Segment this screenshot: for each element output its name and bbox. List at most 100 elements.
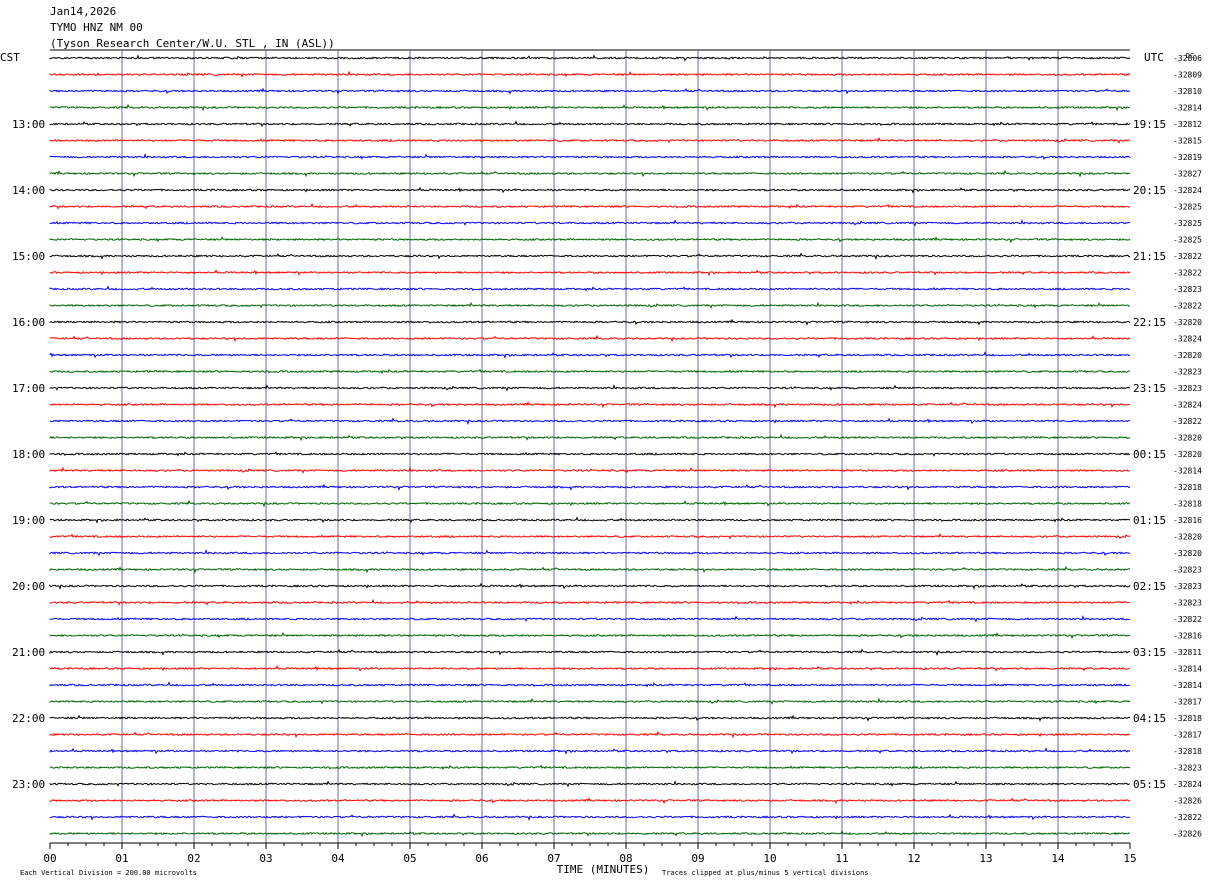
seismic-trace — [49, 120, 1131, 128]
seismic-trace — [49, 236, 1131, 244]
seismic-trace — [49, 433, 1131, 442]
x-tick-label: 09 — [691, 852, 704, 865]
dc-offset-label: -32823 — [1173, 566, 1202, 575]
footer-scale-note: Each Vertical Division = 200.00 microvol… — [20, 869, 197, 877]
dc-offset-label: -32825 — [1173, 219, 1202, 228]
dc-offset-label: -32810 — [1173, 87, 1202, 96]
dc-offset-label: -32823 — [1173, 285, 1202, 294]
seismic-trace — [49, 632, 1131, 640]
seismic-trace — [49, 153, 1131, 161]
seismic-trace — [49, 219, 1131, 227]
utc-hour-label: 03:15 — [1133, 646, 1166, 659]
cst-hour-label: 13:00 — [12, 118, 45, 131]
dc-offset-label: -32826 — [1173, 797, 1202, 806]
seismic-trace — [49, 186, 1131, 194]
dc-offset-label: -32822 — [1173, 269, 1202, 278]
seismic-trace — [49, 351, 1131, 359]
dc-offset-label: -32818 — [1173, 714, 1202, 723]
seismic-trace — [49, 417, 1131, 425]
seismic-trace — [49, 648, 1131, 656]
utc-hour-label: 05:15 — [1133, 778, 1166, 791]
seismic-trace — [49, 532, 1131, 540]
seismic-trace — [49, 813, 1131, 821]
dc-offset-label: -32827 — [1173, 170, 1202, 179]
dc-offset-label: -32824 — [1173, 401, 1202, 410]
dc-offset-label: -32822 — [1173, 615, 1202, 624]
cst-axis-label: CST — [0, 51, 20, 64]
seismic-trace — [49, 516, 1131, 524]
seismic-trace — [49, 54, 1131, 62]
seismic-trace — [49, 301, 1131, 309]
seismic-trace — [49, 697, 1131, 705]
dc-offset-label: -32817 — [1173, 731, 1202, 740]
seismic-trace — [49, 764, 1131, 770]
utc-hour-label: 01:15 — [1133, 514, 1166, 527]
dc-offset-label: -32824 — [1173, 780, 1202, 789]
dc-offset-label: -32815 — [1173, 137, 1202, 146]
cst-hour-label: 14:00 — [12, 184, 45, 197]
dc-offset-label: -32818 — [1173, 500, 1202, 509]
dc-offset-label: -32814 — [1173, 665, 1202, 674]
seismic-trace — [49, 169, 1131, 178]
seismic-trace — [49, 797, 1130, 805]
x-tick-label: 06 — [475, 852, 488, 865]
helicorder-chart: -32806-32809-32810-32814-32812-32815-328… — [0, 49, 1202, 877]
dc-offset-label: -32823 — [1173, 599, 1202, 608]
x-tick-label: 01 — [115, 852, 128, 865]
dc-offset-label: -32816 — [1173, 632, 1202, 641]
cst-hour-label: 15:00 — [12, 250, 45, 263]
cst-hour-label: 16:00 — [12, 316, 45, 329]
x-axis-label: TIME (MINUTES) — [557, 863, 650, 876]
seismic-trace — [49, 565, 1131, 574]
utc-hour-label: 23:15 — [1133, 382, 1166, 395]
dc-offset-label: -32825 — [1173, 236, 1202, 245]
x-tick-label: 04 — [331, 852, 345, 865]
utc-hour-label: 21:15 — [1133, 250, 1166, 263]
x-tick-label: 10 — [763, 852, 776, 865]
dc-offset-label: -32825 — [1173, 203, 1202, 212]
dc-offset-label: -32820 — [1173, 434, 1202, 443]
utc-hour-label: 04:15 — [1133, 712, 1166, 725]
seismic-trace — [49, 549, 1130, 557]
seismic-trace — [49, 87, 1131, 95]
footer-clip-note: Traces clipped at plus/minus 5 vertical … — [662, 869, 869, 877]
x-tick-label: 03 — [259, 852, 272, 865]
utc-hour-label: 00:15 — [1133, 448, 1166, 461]
dc-offset-label: -32818 — [1173, 483, 1202, 492]
dc-offset-label: -32823 — [1173, 368, 1202, 377]
utc-axis-label: UTC — [1144, 51, 1164, 64]
dc-offset-label: -32811 — [1173, 648, 1202, 657]
seismic-trace — [49, 318, 1131, 326]
seismic-trace — [49, 384, 1130, 392]
dc-offset-label: -32823 — [1173, 582, 1202, 591]
utc-hour-label: 22:15 — [1133, 316, 1166, 329]
seismic-trace — [49, 103, 1130, 112]
seismic-trace — [49, 285, 1131, 292]
dc-offset-label: -32823 — [1173, 384, 1202, 393]
x-tick-label: 00 — [43, 852, 56, 865]
dc-offset-label: -32818 — [1173, 747, 1202, 756]
dc-offset-label: -32819 — [1173, 153, 1202, 162]
dc-offset-label: -32816 — [1173, 516, 1202, 525]
seismic-trace — [49, 368, 1131, 374]
x-tick-label: 12 — [907, 852, 920, 865]
seismic-trace — [49, 401, 1131, 409]
cst-hour-label: 23:00 — [12, 778, 45, 791]
x-tick-label: 11 — [835, 852, 848, 865]
cst-hour-label: 20:00 — [12, 580, 45, 593]
seismic-trace — [49, 466, 1131, 474]
seismic-trace — [49, 730, 1131, 739]
seismic-trace — [49, 334, 1131, 343]
cst-hour-label: 17:00 — [12, 382, 45, 395]
seismic-trace — [49, 681, 1131, 688]
dc-offset-label: -32820 — [1173, 351, 1202, 360]
seismic-trace — [49, 780, 1131, 788]
seismic-trace — [49, 483, 1131, 491]
seismic-trace — [49, 499, 1131, 508]
dc-offset-label: -32812 — [1173, 120, 1202, 129]
seismic-trace — [49, 582, 1131, 590]
seismic-trace — [49, 615, 1131, 623]
seismic-trace — [49, 665, 1131, 673]
seismic-trace — [49, 829, 1131, 838]
dc-offset-label: -32820 — [1173, 318, 1202, 327]
